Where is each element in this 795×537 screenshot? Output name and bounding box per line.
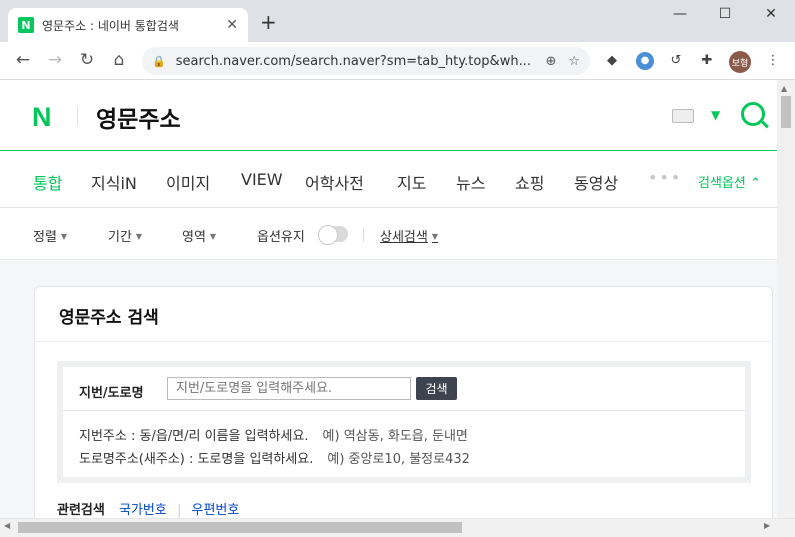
naver-favicon-icon: N [18,17,34,33]
home-icon[interactable]: ⌂ [108,50,130,70]
browser-titlebar: N 영문주소 : 네이버 통합검색 ✕ + — ☐ ✕ [0,0,795,42]
profile-avatar[interactable]: 보형 [729,51,751,73]
related-label: 관련검색 [57,503,105,518]
header-divider [77,106,78,126]
new-tab-button[interactable]: + [260,12,277,32]
back-arrow-icon[interactable]: ← [12,50,34,70]
tab-title: 영문주소 : 네이버 통합검색 [42,18,179,33]
tab-view[interactable]: VIEW [241,170,283,189]
search-icon[interactable] [741,102,765,126]
vertical-scroll-thumb[interactable] [781,96,791,128]
caret-down-icon: ▼ [209,232,217,241]
tab-kin[interactable]: 지식iN [91,170,137,194]
tab-dictionary[interactable]: 어학사전 [305,170,364,194]
period-label: 기간 [108,230,132,245]
maximize-icon[interactable]: ☐ [715,6,735,22]
reload-icon[interactable]: ↻ [76,50,98,70]
tab-shopping[interactable]: 쇼핑 [515,170,544,194]
help-jibun-example: 예) 역삼동, 화도읍, 둔내면 [322,429,468,444]
scroll-right-icon[interactable]: ▶ [764,521,770,530]
tab-video[interactable]: 동영상 [574,170,618,194]
card-title: 영문주소 검색 [59,308,159,328]
puzzle-extensions-icon[interactable]: ✚ [698,52,716,70]
naver-logo[interactable]: N [32,102,52,133]
sort-label: 정렬 [33,230,57,245]
scroll-up-icon[interactable]: ▲ [781,84,787,93]
period-dropdown[interactable]: 기간 ▼ [108,226,142,245]
naver-header: N 영문주소 ▼ [0,80,777,150]
options-row: 정렬 ▼ 기간 ▼ 영역 ▼ 옵션유지 상세검색 ▼ [0,208,777,260]
area-dropdown[interactable]: 영역 ▼ [182,226,216,245]
browser-tab[interactable]: N 영문주소 : 네이버 통합검색 ✕ [8,8,248,42]
keep-options-toggle[interactable] [318,225,348,245]
help-road-text: 도로명주소(새주소) : 도로명을 입력하세요. [79,452,314,467]
detail-search-dropdown[interactable]: 상세검색 ▼ [380,226,438,245]
tab-close-icon[interactable]: ✕ [226,17,238,33]
help-jibun: 지번주소 : 동/읍/면/리 이름을 입력하세요. 예) 역삼동, 화도읍, 둔내… [79,425,468,444]
forward-arrow-icon[interactable]: → [44,50,66,70]
keyboard-icon[interactable] [672,109,694,123]
more-tabs-icon[interactable]: ••• [648,168,682,187]
options-divider [363,228,364,242]
search-extension-icon[interactable]: ● [636,52,654,70]
search-options-button[interactable]: 검색옵션 ⌃ [698,172,761,191]
box-divider [63,410,745,411]
address-bar[interactable]: 🔒 search.naver.com/search.naver?sm=tab_h… [142,47,590,75]
url-text: search.naver.com/search.naver?sm=tab_hty… [175,53,531,69]
related-link-country-code[interactable]: 국가번호 [119,503,167,518]
related-divider: | [176,503,182,518]
related-search: 관련검색 국가번호 | 우편번호 [57,499,239,518]
history-extension-icon[interactable]: ↺ [667,52,685,70]
scroll-left-icon[interactable]: ◀ [4,521,10,530]
help-road: 도로명주소(새주소) : 도로명을 입력하세요. 예) 중앙로10, 불정로432 [79,448,470,467]
help-road-example: 예) 중앙로10, 불정로432 [327,452,470,467]
detail-label: 상세검색 [380,230,428,245]
search-tabs: 통합 지식iN 이미지 VIEW 어학사전 지도 뉴스 쇼핑 동영상 ••• 검… [0,150,777,208]
sort-dropdown[interactable]: 정렬 ▼ [33,226,67,245]
bookmark-star-icon[interactable]: ☆ [568,54,580,69]
lock-icon: 🔒 [152,54,166,68]
input-label: 지번/도로명 [79,386,144,401]
english-address-card: 영문주소 검색 지번/도로명 검색 지번주소 : 동/읍/면/리 이름을 입력하… [34,286,774,526]
eraser-extension-icon[interactable]: ◆ [603,52,621,70]
caret-down-icon: ▼ [431,232,438,241]
address-input[interactable] [167,377,411,400]
main-content: 영문주소 검색 지번/도로명 검색 지번주소 : 동/읍/면/리 이름을 입력하… [0,261,777,526]
address-search-button[interactable]: 검색 [416,377,457,400]
tab-news[interactable]: 뉴스 [456,170,485,194]
keep-options-label: 옵션유지 [257,230,305,245]
tab-integrated[interactable]: 통합 [33,170,62,194]
vertical-scrollbar[interactable] [777,80,795,518]
horizontal-scroll-thumb[interactable] [18,522,462,533]
area-label: 영역 [182,230,206,245]
zoom-icon[interactable]: ⊕ [545,54,556,69]
card-divider [35,341,774,342]
browser-toolbar: ← → ↻ ⌂ 🔒 search.naver.com/search.naver?… [0,42,795,80]
browser-menu-icon[interactable]: ⋮ [764,52,782,70]
window-close-icon[interactable]: ✕ [761,6,781,22]
caret-down-icon: ▼ [135,232,143,241]
tab-map[interactable]: 지도 [397,170,426,194]
chevron-down-icon[interactable]: ▼ [711,108,720,122]
caret-down-icon: ▼ [60,232,68,241]
related-link-postal-code[interactable]: 우편번호 [192,503,240,518]
search-query[interactable]: 영문주소 [96,100,181,134]
address-search-box: 지번/도로명 검색 지번주소 : 동/읍/면/리 이름을 입력하세요. 예) 역삼… [57,361,751,483]
help-jibun-text: 지번주소 : 동/읍/면/리 이름을 입력하세요. [79,429,309,444]
tab-image[interactable]: 이미지 [166,170,210,194]
minimize-icon[interactable]: — [670,6,690,22]
